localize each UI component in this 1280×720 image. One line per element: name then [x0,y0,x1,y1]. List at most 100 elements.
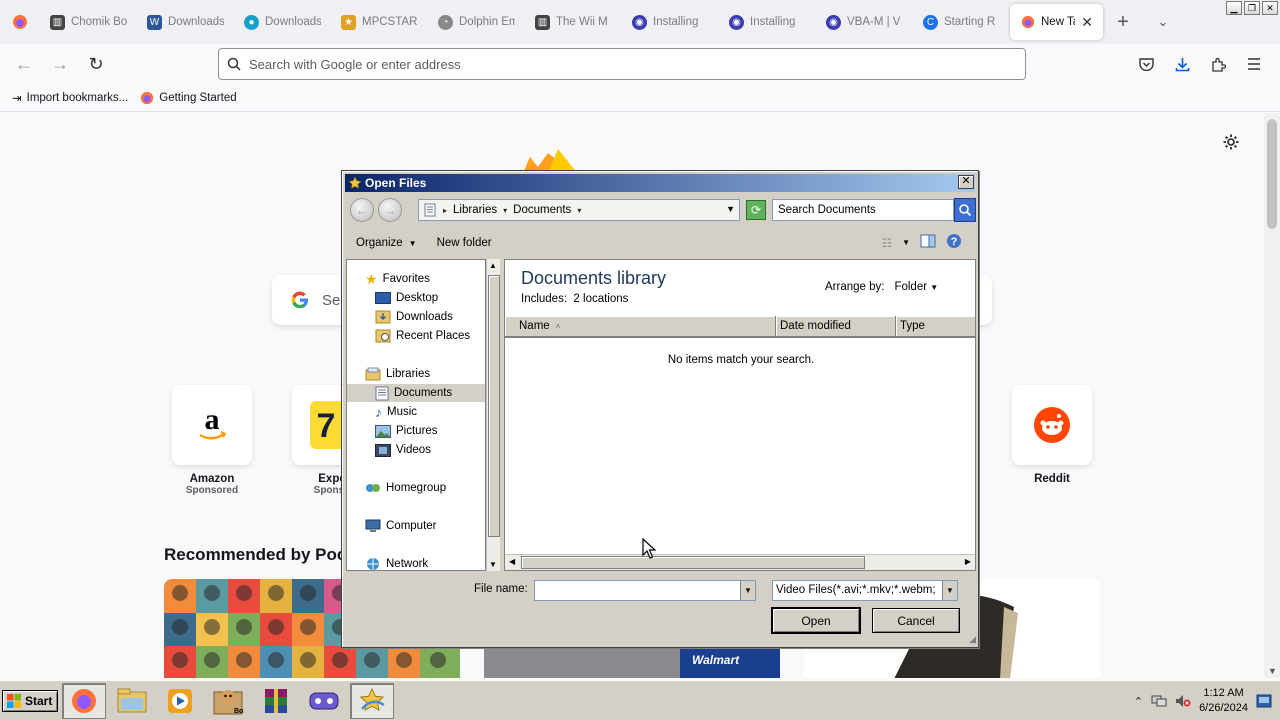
chevron-down-icon[interactable]: ▼ [942,581,957,600]
taskbar-firefox-icon[interactable] [62,682,106,719]
taskbar-winrar-icon[interactable] [254,683,298,719]
taskbar-sandboxie-icon[interactable]: Box [206,683,250,719]
address-bar[interactable]: ▸ Libraries ▾ Documents ▾ ▼ [418,199,740,221]
scrollbar-thumb[interactable] [1267,119,1277,229]
url-bar[interactable]: Search with Google or enter address [218,48,1026,80]
getting-started-bookmark[interactable]: Getting Started [140,91,237,105]
tree-recent-places[interactable]: Recent Places [375,327,470,345]
organize-button[interactable]: Organize ▼ [346,237,427,249]
tree-documents[interactable]: Documents [347,384,485,402]
scroll-left-arrow-icon[interactable]: ◀ [509,557,515,566]
breadcrumb-separator-icon[interactable]: ▾ [503,206,507,215]
tree-downloads[interactable]: Downloads [375,308,453,326]
chevron-down-icon[interactable]: ▼ [902,238,910,247]
tab[interactable]: C Starting R [913,4,1010,40]
tree-desktop[interactable]: Desktop [375,289,438,307]
network-tray-icon[interactable] [1151,694,1167,708]
scrollbar-thumb[interactable] [488,275,500,537]
scrollbar-thumb[interactable] [521,556,865,569]
open-button[interactable]: Open [771,607,861,634]
column-name[interactable]: Name ˄ [505,316,776,336]
extensions-icon[interactable] [1200,48,1236,80]
dialog-close-button[interactable]: ✕ [958,175,974,189]
preview-pane-icon[interactable] [920,234,936,251]
search-icon[interactable] [954,198,976,222]
refresh-button[interactable]: ⟳ [746,200,766,220]
tab-new-tab-active[interactable]: New Tab ✕ [1010,4,1103,40]
chevron-down-icon[interactable]: ▼ [740,581,755,600]
tree-pictures[interactable]: Pictures [375,422,438,440]
back-arrow-icon[interactable]: ← [6,48,42,80]
start-button[interactable]: Start [2,689,58,712]
tree-favorites[interactable]: ★ Favorites [365,270,430,288]
hamburger-menu-icon[interactable] [1236,48,1272,80]
new-tab-button[interactable]: + [1103,11,1143,34]
window-close-button[interactable]: ✕ [1262,1,1278,15]
breadcrumb-separator-icon[interactable]: ▾ [577,206,581,215]
gear-icon[interactable] [1222,133,1240,154]
shortcut-reddit[interactable]: Reddit [1004,385,1100,485]
back-arrow-icon[interactable]: ← [350,198,374,222]
resize-grip-icon[interactable]: ◢ [969,634,976,645]
downloads-icon[interactable] [1164,48,1200,80]
search-documents-input[interactable]: Search Documents [772,199,954,221]
chevron-down-icon[interactable]: ▼ [726,204,735,214]
includes-locations-link[interactable]: 2 locations [573,293,628,305]
view-details-icon[interactable]: ☷ [882,236,892,250]
minimize-button[interactable]: ▁ [1226,1,1242,15]
tab[interactable]: ★ MPCSTAR [331,4,428,40]
volume-muted-icon[interactable] [1175,694,1191,708]
scroll-down-arrow-icon[interactable]: ▼ [489,560,497,569]
tree-music[interactable]: ♪ Music [375,403,417,421]
firefox-menu-icon[interactable] [0,0,40,44]
tab[interactable]: W Downloads [137,4,234,40]
page-scrollbar[interactable]: ▼ [1264,113,1280,678]
forward-arrow-icon[interactable]: → [42,48,78,80]
tab[interactable]: ◉ Installing [622,4,719,40]
tree-videos[interactable]: Videos [375,441,431,459]
tab[interactable]: ▥ Chomik Bo [40,4,137,40]
breadcrumb-libraries[interactable]: Libraries [453,204,497,216]
taskbar-explorer-icon[interactable] [110,683,154,719]
close-tab-icon[interactable]: ✕ [1081,14,1093,31]
clock[interactable]: 1:12 AM 6/26/2024 [1199,686,1248,716]
cancel-button[interactable]: Cancel [872,608,960,633]
column-type[interactable]: Type [896,316,975,336]
search-placeholder: Se [322,291,341,309]
import-bookmarks-link[interactable]: ⇥ Import bookmarks... [12,91,128,105]
shortcut-amazon[interactable]: a Amazon Sponsored [164,385,260,496]
column-header-row: Name ˄ Date modified Type [505,316,975,338]
file-pane-horizontal-scrollbar[interactable]: ◀ ▶ [505,554,975,570]
show-hidden-icons-icon[interactable]: ⌃ [1134,695,1143,708]
tree-computer[interactable]: Computer [365,517,437,535]
tree-homegroup[interactable]: Homegroup [365,479,446,497]
scroll-down-arrow-icon[interactable]: ▼ [1268,666,1277,676]
arrange-by-dropdown[interactable]: Folder ▼ [894,281,938,293]
list-all-tabs-icon[interactable]: ⌄ [1143,14,1183,30]
pocket-icon[interactable] [1128,48,1164,80]
tab[interactable]: ◉ VBA-M | V [816,4,913,40]
taskbar-mpcstar-icon[interactable] [350,682,394,719]
file-type-select[interactable]: Video Files(*.avi;*.mkv;*.webm; [772,580,958,601]
taskbar-media-player-icon[interactable] [158,683,202,719]
tab[interactable]: ◉ Installing [719,4,816,40]
tree-network[interactable]: Network [365,555,428,570]
navigation-pane-scrollbar[interactable]: ▲ ▼ [486,259,500,571]
help-icon[interactable]: ? [946,233,962,252]
forward-arrow-icon[interactable]: → [378,198,402,222]
taskbar-gamepad-icon[interactable] [302,683,346,719]
restore-button[interactable]: ❐ [1244,1,1260,15]
column-date-modified[interactable]: Date modified [776,316,896,336]
tab[interactable]: ▥ The Wii M [525,4,622,40]
dialog-title-bar[interactable]: Open Files [345,174,975,192]
breadcrumb-documents[interactable]: Documents [513,204,571,216]
tab[interactable]: ◔ Dolphin Em [428,4,525,40]
tree-libraries[interactable]: Libraries [365,365,430,383]
scroll-right-arrow-icon[interactable]: ▶ [965,557,971,566]
show-desktop-icon[interactable] [1256,694,1272,708]
tab[interactable]: ● Downloads [234,4,331,40]
reload-icon[interactable]: ↻ [78,48,114,80]
scroll-up-arrow-icon[interactable]: ▲ [489,261,497,270]
new-folder-button[interactable]: New folder [427,237,502,249]
file-name-input[interactable] [534,580,756,601]
